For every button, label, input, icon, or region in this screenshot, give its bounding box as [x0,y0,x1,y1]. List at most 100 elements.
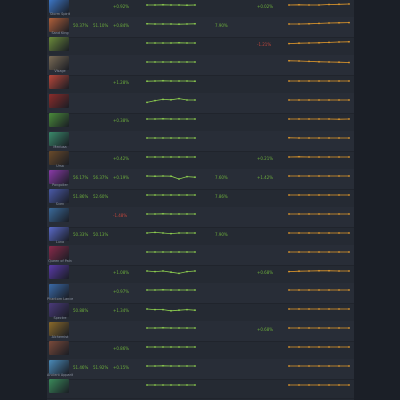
hero-portrait[interactable] [49,189,69,203]
hero-portrait[interactable] [49,265,69,279]
hero-name[interactable]: Sand King [47,31,73,35]
win-rate-sparkline-point [170,346,172,348]
hero-row[interactable] [47,378,354,399]
hero-portrait[interactable] [49,18,69,32]
pick-rate-sparkline-point [288,136,290,139]
pick-rate-sparkline-point [298,137,300,139]
hero-portrait[interactable] [49,227,69,241]
hero-name[interactable]: Queen of Pain [47,259,73,263]
win-rate-sparkline-point [194,365,196,367]
hero-portrait[interactable] [49,113,69,127]
win-rate-sparkline-point [178,213,180,215]
hero-row[interactable]: Visage [47,55,354,76]
win-rate-sparkline-point [170,4,172,6]
win-rate-sparkline-point [146,22,148,25]
hero-row[interactable]: +0.86% [47,340,354,361]
hero-portrait[interactable] [49,379,69,393]
hero-portrait[interactable] [49,303,69,317]
hero-name[interactable]: Luna [47,240,73,244]
pick-rate-sparkline-point [318,4,320,6]
hero-portrait[interactable] [49,75,69,89]
win-rate-sparkline-point [170,271,172,274]
hero-name[interactable]: Alchemist [47,335,73,339]
pick-rate-sparkline-point [318,327,320,329]
hero-name[interactable]: Sven [47,202,73,206]
pick-rate-sparkline-point [338,384,340,386]
hero-row[interactable]: Alchemist +0.68% [47,321,354,342]
hero-row[interactable]: +1.08% +0.68% [47,264,354,285]
hero-portrait[interactable] [49,322,69,336]
win-rate-sparkline-point [178,194,180,196]
hero-name[interactable]: Phantom Lancer [47,297,73,301]
pick-rate-sparkline-point [308,4,310,6]
hero-row[interactable]: Queen of Pain [47,245,354,266]
win-rate-sparkline-point [162,384,164,386]
win-rate-sparkline-point [146,4,148,6]
win-rate-sparkline-point [162,117,164,120]
win-rate-sparkline-point [162,175,164,177]
hero-portrait[interactable] [49,37,69,51]
hero-name[interactable]: Ancient Apparition [47,373,73,377]
hero-row[interactable] [47,93,354,114]
hero-row[interactable]: Ursa +0.42% +0.21% [47,150,354,171]
pick-rate-sparkline-point [318,308,320,310]
hero-row[interactable]: +1.28% [47,74,354,95]
win-rate: 50.37% [73,23,89,28]
win-rate-change: -1.48% [113,213,128,218]
win-rate-sparkline-point [146,156,148,158]
hero-row[interactable]: -1.21% [47,36,354,57]
hero-portrait[interactable] [49,341,69,355]
win-rate: 50.88% [73,308,89,313]
hero-portrait[interactable] [49,56,69,70]
win-rate-sparkline-point [178,272,180,275]
pick-rate-change: +1.42% [257,175,274,180]
hero-row[interactable]: Ancient Apparition51.46% 51.92% +0.15% [47,359,354,380]
hero-portrait[interactable] [49,132,69,146]
pick-rate-sparkline-point [318,156,320,158]
hero-portrait[interactable] [49,246,69,260]
pick-rate-sparkline-point [298,118,300,120]
hero-portrait[interactable] [49,208,69,222]
win-rate-sparkline-point [170,80,172,82]
win-rate-sparkline-point [162,42,164,44]
hero-portrait[interactable] [49,94,69,108]
pick-rate-sparkline-point [288,213,290,215]
win-rate-sparkline-point [162,23,164,25]
hero-row[interactable]: Luna 50.33% 50.13% 7.90% [47,226,354,247]
pick-rate-sparkline-point [338,175,340,177]
pick-rate-sparkline-point [338,21,340,24]
win-rate-sparkline-point [154,4,156,6]
pick-rate-sparkline [288,80,350,82]
hero-name[interactable]: Visage [47,69,73,73]
hero-row[interactable]: Medusa [47,131,354,152]
hero-name[interactable]: Spectre [47,316,73,320]
hero-name[interactable]: Storm Spirit [47,12,73,16]
hero-row[interactable]: Sven 51.86% 52.60% 7.86% [47,188,354,209]
hero-row[interactable]: Spectre 50.88% +1.34% [47,302,354,323]
hero-name[interactable]: Medusa [47,145,73,149]
pick-rate-sparkline-point [338,327,340,329]
win-rate-sparkline-point [162,3,164,6]
hero-row[interactable]: Phantom Lancer +0.97% [47,283,354,304]
hero-portrait[interactable] [49,170,69,184]
pick-rate-sparkline-point [308,251,310,253]
pick-rate-sparkline-point [308,60,310,63]
pick-rate-sparkline-point [348,3,350,5]
hero-portrait[interactable] [49,151,69,165]
hero-portrait[interactable] [49,284,69,298]
pick-rate-sparkline-point [338,308,340,310]
hero-row[interactable]: Sand King 50.37% 51.10% +0.84% 7.90% [47,17,354,38]
hero-name[interactable]: Pangolier [47,183,73,187]
hero-portrait[interactable] [49,360,69,374]
pick-rate-sparkline-point [328,269,330,272]
win-rate-sparkline [146,194,196,196]
hero-row[interactable]: -1.48% [47,207,354,228]
pick-rate-sparkline-point [338,346,340,348]
hero-name[interactable]: Ursa [47,164,73,168]
pick-rate-sparkline-point [288,232,290,234]
hero-row[interactable]: Pangolier 56.17% 56.37% +0.19% 7.60% +1.42% [47,169,354,190]
hero-row[interactable]: +0.38% [47,112,354,133]
win-rate-sparkline-point [154,137,156,139]
pick-rate-sparkline-point [318,60,320,63]
win-rate-sparkline-point [162,288,164,291]
